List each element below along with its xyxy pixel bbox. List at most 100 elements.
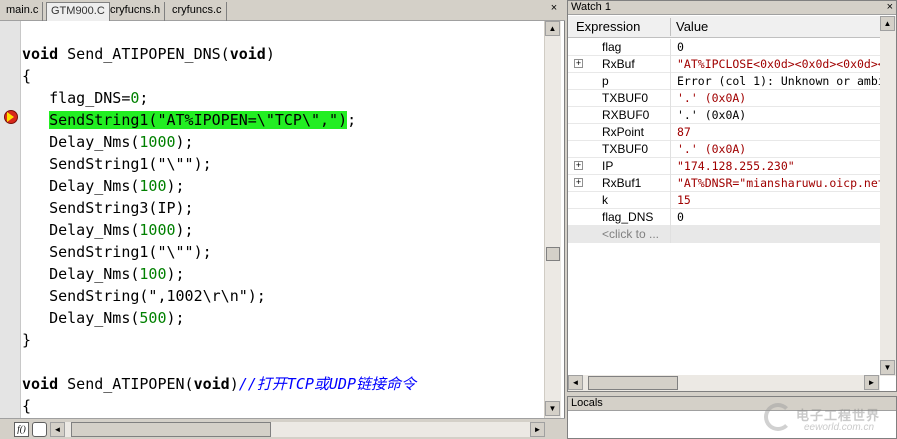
code-line[interactable]: Delay_Nms(1000); <box>22 219 194 241</box>
code-line[interactable]: SendString1("\""); <box>22 153 212 175</box>
watch-add-row[interactable]: <click to ... <box>568 226 880 243</box>
watch-row[interactable]: + IP "174.128.255.230" <box>568 158 880 175</box>
scroll-right-icon[interactable]: ► <box>864 375 879 390</box>
watch-value[interactable]: '.' (0x0A) <box>677 107 880 124</box>
watch-row[interactable]: TXBUF0 '.' (0x0A) <box>568 141 880 158</box>
watch-expression[interactable]: flag <box>602 39 621 56</box>
column-expression-header[interactable]: Expression <box>576 16 640 38</box>
code-line[interactable]: { <box>22 395 31 417</box>
number-literal: 1000 <box>139 133 176 151</box>
current-statement-highlight: SendString1("AT%IPOPEN=\"TCP\",") <box>49 111 348 129</box>
watch-value[interactable]: 15 <box>677 192 880 209</box>
expand-plus-icon[interactable]: + <box>574 178 583 187</box>
code-line[interactable]: Delay_Nms(500); <box>22 307 185 329</box>
code-line[interactable]: flag_DNS=0; <box>22 87 148 109</box>
column-value-header[interactable]: Value <box>676 16 708 38</box>
scroll-down-icon[interactable]: ▼ <box>545 401 560 416</box>
code-comment: //打开TCP或UDP链接命令 <box>238 375 416 393</box>
editor-horizontal-scroll-thumb[interactable] <box>71 422 271 437</box>
watch-expression[interactable]: RxBuf1 <box>602 175 641 192</box>
watch-row[interactable]: flag_DNS 0 <box>568 209 880 226</box>
code-line[interactable]: Delay_Nms(100); <box>22 175 184 197</box>
watch-row[interactable]: k 15 <box>568 192 880 209</box>
scroll-left-icon[interactable]: ◄ <box>50 422 65 437</box>
watch-value[interactable]: 0 <box>677 39 880 56</box>
code-line[interactable]: Delay_Nms(1000); <box>22 131 194 153</box>
tab-cryfuncs-c[interactable]: cryfuncs.c <box>168 2 227 21</box>
watch-value[interactable]: 0 <box>677 209 880 226</box>
code-line[interactable]: SendString(",1002\r\n"); <box>22 285 266 307</box>
call-tail: ); <box>166 309 185 327</box>
watch-horizontal-scroll-thumb[interactable] <box>588 376 678 390</box>
call-tail: ); <box>175 221 194 239</box>
click-to-add-text[interactable]: <click to ... <box>602 226 659 243</box>
code-line[interactable]: SendString1("\""); <box>22 241 212 263</box>
locals-window: Locals 电子工程世界 eeworld.com.cn <box>567 396 897 439</box>
watch-row[interactable]: + RxBuf1 "AT%DNSR="miansharuwu.oicp.net" <box>568 175 880 192</box>
tab-gtm900-c[interactable]: GTM900.C <box>46 2 110 21</box>
watch-expression[interactable]: TXBUF0 <box>602 90 648 107</box>
code-line[interactable]: { <box>22 65 31 87</box>
scroll-down-icon[interactable]: ▼ <box>880 360 895 375</box>
tab-main-c[interactable]: main.c <box>2 2 44 21</box>
code-line[interactable]: void Send_ATIPOPEN_DNS(void) <box>22 43 275 65</box>
close-tab-button[interactable]: × <box>547 2 561 16</box>
keyword: void <box>22 45 59 63</box>
editor-vertical-scrollbar[interactable]: ▲ ▼ <box>544 21 561 418</box>
scroll-right-icon[interactable]: ► <box>530 422 545 437</box>
bookmark-icon[interactable] <box>32 422 47 437</box>
scroll-up-icon[interactable]: ▲ <box>545 21 560 36</box>
breakpoint-current-line-icon[interactable] <box>4 110 18 124</box>
function-list-icon[interactable]: f() <box>14 422 29 437</box>
watch-value[interactable]: "174.128.255.230" <box>677 158 880 175</box>
scroll-up-icon[interactable]: ▲ <box>880 16 895 31</box>
watch-row[interactable]: TXBUF0 '.' (0x0A) <box>568 90 880 107</box>
source-code-area[interactable]: void Send_ATIPOPEN_DNS(void){ flag_DNS=0… <box>22 21 544 418</box>
watch-expression[interactable]: RXBUF0 <box>602 107 649 124</box>
watch-value[interactable]: Error (col 1): Unknown or ambiguous <box>677 73 880 90</box>
watch-row[interactable]: p Error (col 1): Unknown or ambiguous <box>568 73 880 90</box>
watch-value[interactable]: '.' (0x0A) <box>677 90 880 107</box>
watch-expression[interactable]: flag_DNS <box>602 209 653 226</box>
watch-expression[interactable]: k <box>602 192 608 209</box>
code-line[interactable]: Delay_Nms(100); <box>22 263 184 285</box>
watch-value[interactable]: "AT%IPCLOSE<0x0d><0x0d><0x0d><0x0a> <box>677 56 880 73</box>
watch-vertical-scrollbar[interactable]: ▲ ▼ <box>880 16 896 376</box>
code-line[interactable]: void Send_ATIPOPEN(void)//打开TCP或UDP链接命令 <box>22 373 416 395</box>
code-line[interactable]: } <box>22 329 31 351</box>
watch-row[interactable]: + RxBuf "AT%IPCLOSE<0x0d><0x0d><0x0d><0x0a… <box>568 56 880 73</box>
scroll-left-icon[interactable]: ◄ <box>568 375 583 390</box>
number-literal: 1000 <box>139 221 176 239</box>
editor-horizontal-scroll-track[interactable]: ◄ ► <box>50 422 545 437</box>
watch-value[interactable]: "AT%DNSR="miansharuwu.oicp.net" <box>677 175 880 192</box>
watch-row[interactable]: RXBUF0 '.' (0x0A) <box>568 107 880 124</box>
tab-cryfucns-h[interactable]: cryfucns.h <box>106 2 166 21</box>
watch-expression[interactable]: RxPoint <box>602 124 644 141</box>
watch-horizontal-scrollbar[interactable]: ◄ ► <box>568 375 880 391</box>
eeworld-logo-icon <box>764 403 792 431</box>
editor-horizontal-scrollbar[interactable]: f() ◄ ► <box>0 418 565 439</box>
watch-row[interactable]: flag 0 <box>568 39 880 56</box>
expand-plus-icon[interactable]: + <box>574 59 583 68</box>
keyword: void <box>193 375 230 393</box>
code-line[interactable]: SendString3(IP); <box>22 197 194 219</box>
close-watch-icon[interactable]: × <box>887 1 893 14</box>
current-line[interactable]: SendString1("AT%IPOPEN=\"TCP\","); <box>22 109 356 131</box>
watch-expression[interactable]: IP <box>602 158 613 175</box>
watch-value[interactable]: 87 <box>677 124 880 141</box>
watch-value[interactable]: '.' (0x0A) <box>677 141 880 158</box>
watch-expression[interactable]: p <box>602 73 609 90</box>
call-text: flag_DNS= <box>49 89 131 107</box>
editor-vertical-scroll-thumb[interactable] <box>546 247 560 261</box>
expand-plus-icon[interactable]: + <box>574 161 583 170</box>
breakpoint-gutter[interactable] <box>0 21 21 418</box>
watch-expression[interactable]: TXBUF0 <box>602 141 648 158</box>
number-literal: 100 <box>139 265 167 283</box>
watch-row[interactable]: RxPoint 87 <box>568 124 880 141</box>
watch-expression[interactable]: RxBuf <box>602 56 635 73</box>
number-literal: 500 <box>139 309 167 327</box>
function-name: Send_ATIPOPEN( <box>58 375 194 393</box>
